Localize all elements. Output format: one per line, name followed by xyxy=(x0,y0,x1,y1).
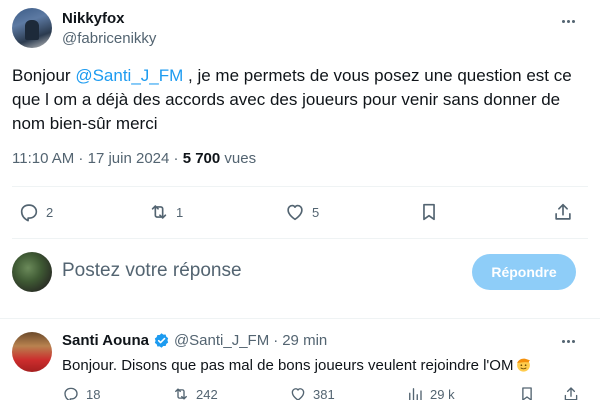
current-user-avatar[interactable] xyxy=(12,252,52,292)
divider xyxy=(12,186,588,187)
bookmark-button[interactable] xyxy=(418,196,440,228)
reply-author-avatar[interactable] xyxy=(12,332,52,372)
reply-actions: 18 242 381 29 k xyxy=(62,385,582,400)
reply-author-name[interactable]: Santi Aouna xyxy=(62,332,149,349)
tweet-time[interactable]: 11:10 AM xyxy=(12,150,74,167)
reply-time[interactable]: 29 min xyxy=(282,332,327,349)
reply-text-row: Bonjour. Disons que pas mal de bons joue… xyxy=(62,356,532,374)
meta-separator: · xyxy=(169,150,183,167)
like-count: 5 xyxy=(312,204,320,220)
author-handle[interactable]: @fabricenikky xyxy=(62,30,156,47)
like-icon xyxy=(291,388,305,400)
verified-badge-icon xyxy=(154,333,169,348)
reply-views-count: 29 k xyxy=(430,386,455,400)
author-avatar[interactable] xyxy=(12,8,52,48)
reply-icon xyxy=(64,387,78,400)
reply-like-count: 381 xyxy=(313,386,335,400)
tweet-actions: 2 1 5 xyxy=(12,196,578,228)
reply-bookmark-button[interactable] xyxy=(518,385,536,400)
reply-author-handle[interactable]: @Santi_J_FM xyxy=(174,332,269,349)
reply-reply-button[interactable]: 18 xyxy=(62,385,100,400)
more-icon[interactable] xyxy=(558,11,578,31)
divider xyxy=(12,238,588,239)
reply-retweet-count: 242 xyxy=(196,386,218,400)
reply-reply-count: 18 xyxy=(86,386,101,400)
retweet-count: 1 xyxy=(176,204,184,220)
tweet-author-row: Nikkyfox @fabricenikky xyxy=(12,8,588,52)
emoji-icon xyxy=(517,358,531,372)
tweet-text-before: Bonjour xyxy=(12,66,76,85)
reply-like-button[interactable]: 381 xyxy=(289,385,335,400)
reply-share-button[interactable] xyxy=(562,385,580,400)
tweet-text: Bonjour @Santi_J_FM , je me permets de v… xyxy=(12,64,588,136)
retweet-icon xyxy=(175,388,187,400)
views-label: vues xyxy=(220,150,257,167)
tweet-date[interactable]: 17 juin 2024 xyxy=(88,150,170,167)
share-icon xyxy=(555,203,571,220)
reply-separator: · xyxy=(273,332,279,349)
reply-submit-button[interactable]: Répondre xyxy=(472,254,576,290)
bookmark-icon xyxy=(423,203,435,221)
retweet-icon xyxy=(151,205,167,219)
tweet-mention-link[interactable]: @Santi_J_FM xyxy=(75,66,183,85)
views-count: 5 700 xyxy=(182,150,221,167)
reply-button[interactable]: 2 xyxy=(18,196,53,228)
bookmark-icon xyxy=(522,387,532,400)
like-button[interactable]: 5 xyxy=(284,196,319,228)
share-icon xyxy=(564,387,578,400)
reply-compose: Postez votre réponse Répondre xyxy=(12,252,588,292)
divider xyxy=(0,318,600,319)
reply-retweet-button[interactable]: 242 xyxy=(172,385,218,400)
reply-views-button[interactable]: 29 k xyxy=(406,385,455,400)
reply-author-row: Santi Aouna @Santi_J_FM · 29 min xyxy=(62,332,327,349)
like-icon xyxy=(287,204,303,221)
reply-text: Bonjour. Disons que pas mal de bons joue… xyxy=(62,357,514,374)
reply-input[interactable]: Postez votre réponse xyxy=(62,260,242,282)
tweet-meta: 11:10 AM · 17 juin 2024 · 5 700 vues xyxy=(12,150,256,167)
views-icon xyxy=(409,388,422,400)
meta-separator: · xyxy=(74,150,88,167)
more-icon[interactable] xyxy=(558,331,578,351)
retweet-button[interactable]: 1 xyxy=(148,196,183,228)
share-button[interactable] xyxy=(552,196,574,228)
author-name[interactable]: Nikkyfox xyxy=(62,10,125,27)
reply-icon xyxy=(20,204,38,222)
reply-count: 2 xyxy=(46,204,54,220)
